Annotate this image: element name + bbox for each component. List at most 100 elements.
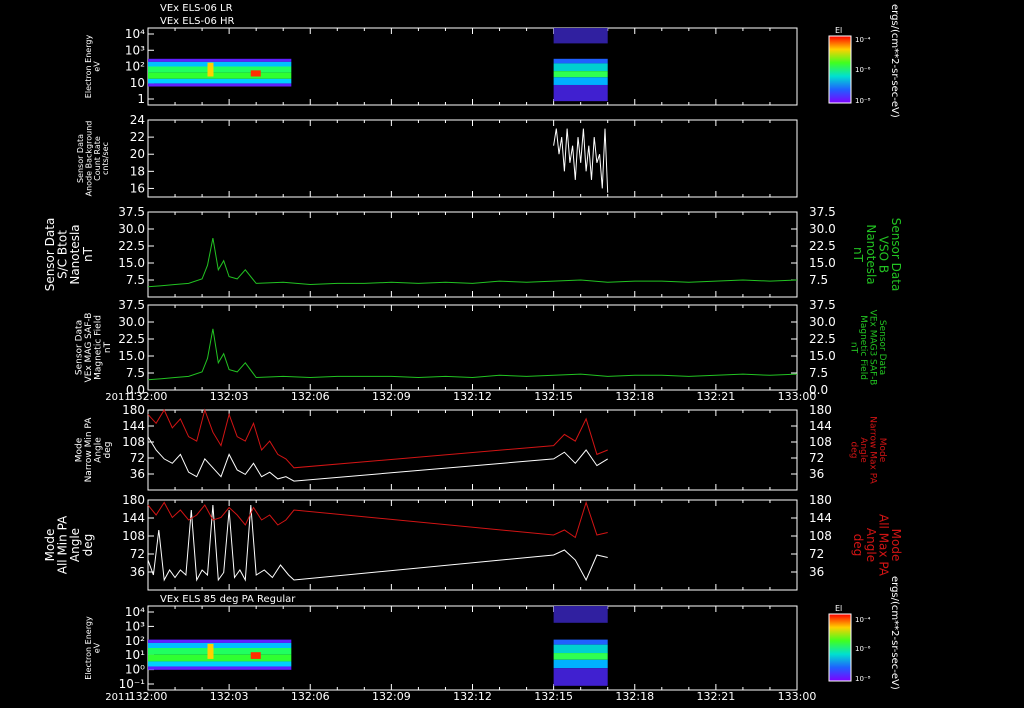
panel5-ytick-label: 180 — [122, 403, 145, 417]
panel4-ytick-label: 15.0 — [118, 349, 145, 363]
panel4-series-0 — [147, 328, 798, 381]
panel6-ytick-label: 144 — [122, 511, 145, 525]
panel4-time-label: 132:00 — [129, 390, 168, 403]
panel7-ylabel: Electron EnergyeV — [84, 616, 101, 680]
panel4-ytick-label: 22.5 — [118, 332, 145, 346]
panel7-ytick-label: 10⁴ — [125, 605, 145, 619]
panel7-heatmap-band — [553, 659, 608, 669]
colorbar-top-tick-3: 10⁻⁸ — [855, 97, 871, 105]
panel7-ytick-label: 10⁰ — [125, 663, 145, 677]
panel3-ytick-label: 30.0 — [118, 222, 145, 236]
panel5-series-1 — [147, 408, 608, 469]
panel4-time-label: 132:12 — [453, 390, 492, 403]
panel4-ytick-right-label: 22.5 — [809, 332, 836, 346]
panel7-time-label: 132:03 — [210, 690, 249, 703]
panel6-series-1 — [147, 500, 608, 539]
colorbar-top-tick-2: 10⁻⁶ — [855, 66, 871, 74]
colorbar-top: El 10⁻⁴ 10⁻⁶ 10⁻⁸ ergs/(cm**2-sr-sec-eV) — [828, 4, 900, 118]
panel1-heatmap-band — [148, 66, 292, 73]
colorbar-top-unit: ergs/(cm**2-sr-sec-eV) — [889, 4, 900, 118]
panel7-ytick-label: 10⁻¹ — [119, 677, 146, 691]
panel5-frame — [147, 409, 798, 491]
panel4-year-label: 2011 — [105, 392, 130, 403]
panel4-rlabel: Sensor DataVEx MAG3 SAF-BMagnetic Fieldn… — [849, 310, 887, 386]
panel1-heatmap-band — [148, 78, 292, 84]
panel6-ytick-right-label: 180 — [809, 493, 832, 507]
panel1-heatmap-band — [553, 28, 608, 44]
panel6-rlabel: ModeAll Max PAAngledeg — [851, 514, 903, 577]
panel2-series-0 — [553, 128, 609, 193]
panel7-heatmap-band — [148, 639, 292, 643]
panel3-ytick-right-label: 7.5 — [809, 273, 828, 287]
panel3-ytick-right-label: 15.0 — [809, 256, 836, 270]
panel7-heatmap-band — [148, 661, 292, 667]
colorbar-bottom-tick-3: 10⁻⁸ — [855, 675, 871, 683]
panel1-heatmap-band — [553, 84, 608, 102]
panel1-ytick-label: 10³ — [125, 43, 145, 57]
panel4-ytick-right-label: 15.0 — [809, 349, 836, 363]
panel6-ytick-label: 180 — [122, 493, 145, 507]
panel4-time-label: 132:21 — [697, 390, 736, 403]
panel7-time-label: 132:06 — [291, 690, 330, 703]
panel2-ytick-label: 24 — [130, 113, 145, 127]
panel1-hotspot — [250, 70, 261, 77]
panel1-heatmap-band — [148, 72, 292, 79]
panel3-ytick-label: 37.5 — [118, 205, 145, 219]
panel5-ytick-label: 36 — [130, 467, 145, 481]
panel5-series-0 — [147, 436, 608, 482]
panel4-ytick-label: 30.0 — [118, 315, 145, 329]
panel2-ytick-label: 20 — [130, 147, 145, 161]
panel6-ytick-right-label: 72 — [809, 547, 824, 561]
panel5-ytick-right-label: 36 — [809, 467, 824, 481]
panel7-heatmap-band — [148, 654, 292, 662]
panel5-rlabel: ModeNarrow Max PAAngledeg — [849, 416, 887, 484]
panel7-heatmap-band — [148, 648, 292, 655]
colorbar-top-title: El — [835, 26, 842, 35]
panel1-heatmap-band — [553, 63, 608, 72]
panel4-time-label: 132:18 — [615, 390, 654, 403]
panel3-ylabel: Sensor DataS/C BtotNanoteslanT — [43, 218, 95, 292]
chart-canvas: VEx ELS-06 LR VEx ELS-06 HR VEx ELS 85 d… — [43, 3, 903, 703]
panel5-ytick-right-label: 72 — [809, 451, 824, 465]
panel7-hotspot — [250, 652, 261, 659]
panel4-time-label: 133:00 — [778, 390, 817, 403]
panel3-frame — [147, 211, 798, 298]
panel1-ytick-label: 10⁴ — [125, 27, 145, 41]
bottom-panel-title: VEx ELS 85 deg PA Regular — [160, 594, 296, 605]
panel6-ytick-label: 36 — [130, 565, 145, 579]
panel7-time-label: 132:15 — [534, 690, 573, 703]
panel3-rlabel: Sensor DataVSO BNanoteslanT — [851, 218, 903, 292]
panel1-heatmap-band — [148, 58, 292, 62]
panel1-heatmap-band — [148, 83, 292, 87]
panel5-ylabel: ModeNarrow Min PAAngledeg — [75, 417, 113, 483]
colorbar-bottom-tick-2: 10⁻⁶ — [855, 645, 871, 653]
panel6-ytick-label: 108 — [122, 529, 145, 543]
panel6-ytick-right-label: 144 — [809, 511, 832, 525]
panel3-ytick-label: 7.5 — [126, 273, 145, 287]
panel7-time-label: 132:00 — [129, 690, 168, 703]
panel7-ytick-label: 10³ — [125, 619, 145, 633]
panel1-ylabel: Electron EnergyeV — [84, 35, 101, 99]
panel7-time-label: 132:18 — [615, 690, 654, 703]
panel4-ylabel: Sensor DataVEx MAG SAF-BMagnetic FieldnT — [75, 313, 113, 383]
panel1-heatmap-band — [553, 71, 608, 78]
panel7-hotspot — [207, 643, 214, 659]
panel4-ytick-label: 37.5 — [118, 298, 145, 312]
panel7-heatmap-band — [553, 653, 608, 660]
panel1-heatmap-band — [148, 61, 292, 67]
colorbar-bottom: El 10⁻⁴ 10⁻⁶ 10⁻⁸ ergs/(cm**2-sr-sec-eV) — [828, 576, 900, 690]
panel2-frame — [147, 119, 798, 198]
panel3-ytick-right-label: 22.5 — [809, 239, 836, 253]
panel2-ylabel: Sensor DataAnode BackgroundCount Ratecnt… — [76, 121, 110, 197]
panel4-time-label: 132:09 — [372, 390, 411, 403]
panel5-ytick-right-label: 144 — [809, 419, 832, 433]
panel4-ytick-label: 7.5 — [126, 366, 145, 380]
panel4-time-label: 132:06 — [291, 390, 330, 403]
panel5-ytick-right-label: 180 — [809, 403, 832, 417]
panel1-ytick-label: 1 — [137, 92, 145, 106]
panel7-time-label: 132:21 — [697, 690, 736, 703]
panel7-heatmap-band — [148, 666, 292, 670]
panel4-time-label: 132:03 — [210, 390, 249, 403]
panel1-ytick-label: 10² — [125, 60, 145, 74]
colorbar-bottom-title: El — [835, 604, 842, 613]
